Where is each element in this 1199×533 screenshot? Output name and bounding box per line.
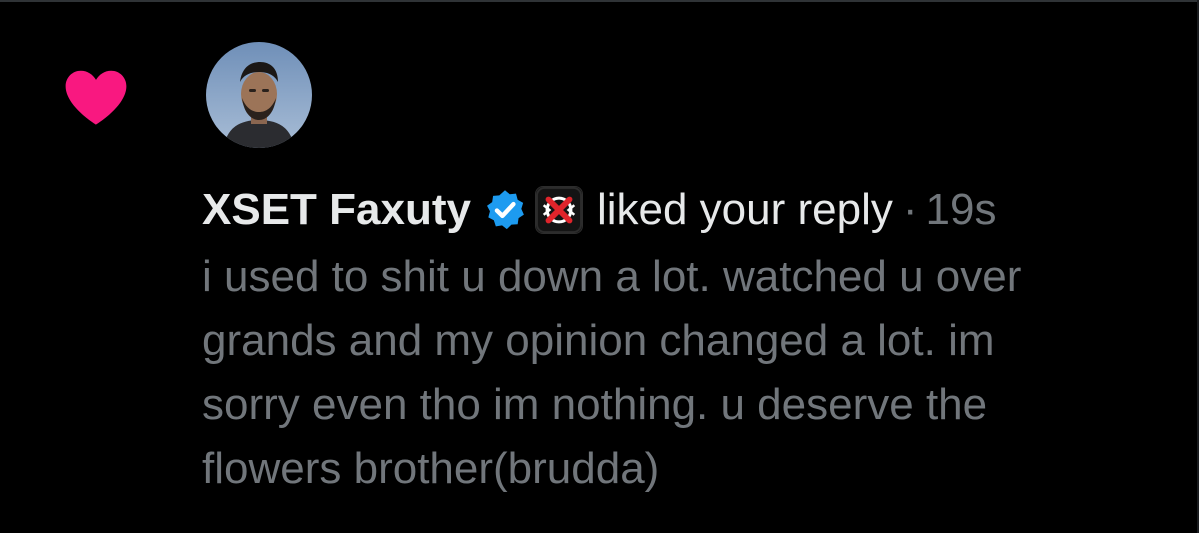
reply-preview[interactable]: i used to shit u down a lot. watched u o…	[202, 245, 1177, 501]
heart-icon	[65, 70, 127, 125]
divider	[0, 0, 1199, 2]
notification-headline: XSET Faxuty liked your reply · 19s	[202, 180, 996, 240]
verified-badge-icon[interactable]	[483, 188, 527, 232]
reply-line: flowers brother(brudda)	[202, 444, 660, 493]
reply-line: i used to shit u down a lot. watched u o…	[202, 252, 1022, 301]
timestamp[interactable]: 19s	[926, 180, 997, 240]
xset-logo-icon[interactable]	[534, 186, 583, 234]
like-notification[interactable]: XSET Faxuty liked your reply · 19s i use…	[0, 0, 1199, 533]
separator-dot: ·	[902, 185, 918, 234]
author-name[interactable]: XSET Faxuty	[202, 180, 471, 240]
reply-line: grands and my opinion changed a lot. im	[202, 316, 995, 365]
reply-line: sorry even tho im nothing. u deserve the	[202, 380, 988, 429]
avatar[interactable]	[206, 42, 312, 148]
notification-action: liked your reply	[596, 185, 893, 234]
